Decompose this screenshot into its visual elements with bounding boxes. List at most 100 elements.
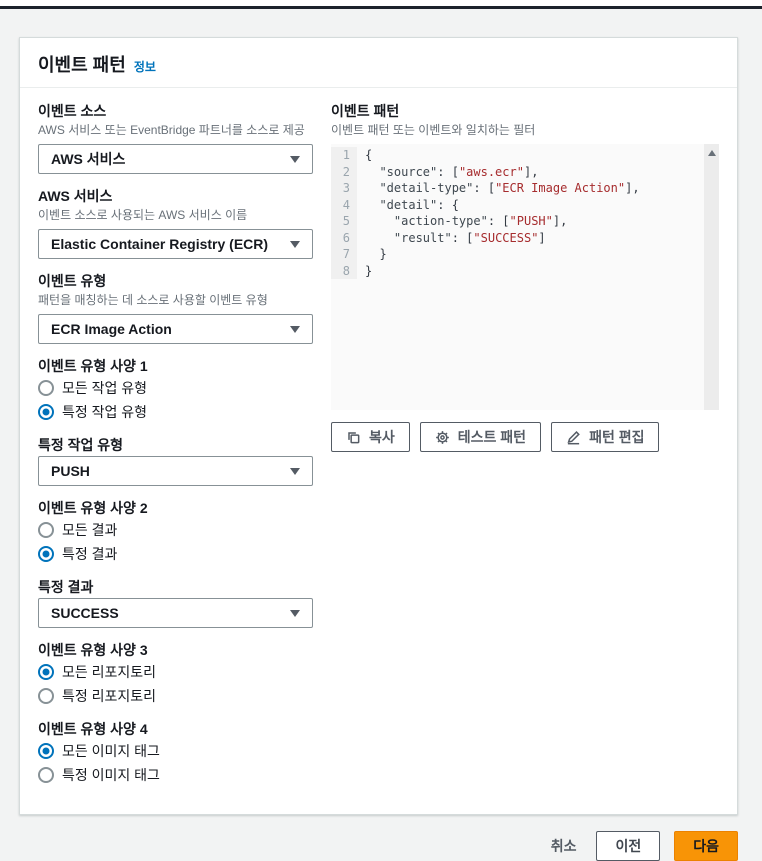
- form-column: 이벤트 소스 AWS 서비스 또는 EventBridge 파트너를 소스로 제…: [38, 102, 313, 788]
- specific-result-value: SUCCESS: [51, 605, 119, 621]
- radio-unchecked-icon: [38, 767, 54, 783]
- code-line: 6 "result": ["SUCCESS"]: [331, 229, 719, 246]
- gear-icon: [435, 430, 449, 444]
- event-source-label: 이벤트 소스: [38, 103, 107, 119]
- cancel-button[interactable]: 취소: [545, 836, 583, 856]
- radio-unchecked-icon: [38, 688, 54, 704]
- code-line: 7 }: [331, 246, 719, 263]
- code-text: "source": ["aws.ecr"],: [379, 164, 539, 179]
- code-text: }: [365, 247, 387, 261]
- event-type-description: 패턴을 매칭하는 데 소스로 사용할 이벤트 유형: [38, 293, 268, 307]
- radio-label: 모든 리포지토리: [62, 664, 157, 680]
- code-line: 2 "source": ["aws.ecr"],: [331, 163, 719, 180]
- copy-icon: [348, 431, 360, 443]
- radio-label: 모든 작업 유형: [62, 380, 148, 396]
- editor-scrollbar[interactable]: [704, 144, 719, 410]
- spec4-option-all[interactable]: 모든 이미지 태그: [38, 740, 313, 762]
- chevron-down-icon: [290, 325, 300, 333]
- edit-pattern-button-label: 패턴 편집: [589, 429, 645, 445]
- spec2-option-specific[interactable]: 특정 결과: [38, 543, 313, 565]
- line-number: 5: [331, 213, 357, 230]
- code-lines: 1{2 "source": ["aws.ecr"], 3 "detail-type…: [331, 147, 719, 279]
- radio-label: 특정 이미지 태그: [62, 767, 160, 783]
- code-line: 4 "detail": {: [331, 196, 719, 213]
- radio-unchecked-icon: [38, 522, 54, 538]
- spec2-label: 이벤트 유형 사양 2: [38, 500, 148, 516]
- panel-header: 이벤트 패턴 정보: [20, 38, 737, 88]
- chevron-down-icon: [290, 155, 300, 163]
- top-divider: [0, 0, 762, 9]
- chevron-down-icon: [290, 240, 300, 248]
- event-source-description: AWS 서비스 또는 EventBridge 파트너를 소스로 제공: [38, 123, 305, 137]
- specific-action-value: PUSH: [51, 463, 90, 479]
- spec3-option-specific[interactable]: 특정 리포지토리: [38, 685, 313, 707]
- event-source-select[interactable]: AWS 서비스: [38, 144, 313, 174]
- event-pattern-panel: 이벤트 패턴 정보 이벤트 소스 AWS 서비스 또는 EventBridge …: [19, 37, 738, 815]
- line-number: 1: [331, 147, 357, 164]
- specific-result-label: 특정 결과: [38, 579, 94, 595]
- info-link[interactable]: 정보: [134, 58, 156, 75]
- event-source-value: AWS 서비스: [51, 151, 126, 167]
- pencil-icon: [567, 430, 580, 444]
- code-line: 3 "detail-type": ["ECR Image Action"],: [331, 180, 719, 197]
- spec4-label: 이벤트 유형 사양 4: [38, 721, 148, 737]
- copy-button-label: 복사: [369, 429, 395, 445]
- event-type-spec2-group: 이벤트 유형 사양 2 모든 결과 특정 결과: [38, 499, 313, 565]
- specific-result-field: 특정 결과 SUCCESS: [38, 578, 313, 628]
- chevron-down-icon: [290, 609, 300, 617]
- json-editor[interactable]: 1{2 "source": ["aws.ecr"], 3 "detail-type…: [331, 144, 719, 410]
- code-text: }: [365, 263, 373, 278]
- spec4-option-specific[interactable]: 특정 이미지 태그: [38, 764, 313, 786]
- radio-checked-icon: [38, 546, 54, 562]
- line-number: 7: [331, 246, 357, 263]
- event-type-select[interactable]: ECR Image Action: [38, 314, 313, 344]
- code-text: "result": ["SUCCESS"]: [393, 230, 546, 245]
- previous-button[interactable]: 이전: [596, 831, 661, 861]
- pattern-actions: 복사 테스트 패턴 패턴 편집: [331, 422, 719, 452]
- line-number: 6: [331, 229, 357, 246]
- chevron-down-icon: [290, 467, 300, 475]
- aws-service-select[interactable]: Elastic Container Registry (ECR): [38, 229, 313, 259]
- test-pattern-button[interactable]: 테스트 패턴: [419, 422, 542, 452]
- event-type-label: 이벤트 유형: [38, 273, 107, 289]
- spec2-option-all[interactable]: 모든 결과: [38, 519, 313, 541]
- line-number: 2: [331, 163, 357, 180]
- copy-button[interactable]: 복사: [331, 422, 410, 452]
- event-type-value: ECR Image Action: [51, 321, 172, 337]
- wizard-footer: 취소 이전 다음: [0, 831, 738, 861]
- radio-label: 모든 결과: [62, 522, 118, 538]
- aws-service-description: 이벤트 소스로 사용되는 AWS 서비스 이름: [38, 208, 248, 222]
- event-type-spec4-group: 이벤트 유형 사양 4 모든 이미지 태그 특정 이미지 태그: [38, 720, 313, 786]
- specific-action-select[interactable]: PUSH: [38, 456, 313, 486]
- test-pattern-button-label: 테스트 패턴: [457, 429, 527, 445]
- event-type-spec1-group: 이벤트 유형 사양 1 모든 작업 유형 특정 작업 유형: [38, 357, 313, 423]
- spec1-option-all[interactable]: 모든 작업 유형: [38, 377, 313, 399]
- code-text: {: [365, 148, 373, 162]
- spec1-label: 이벤트 유형 사양 1: [38, 358, 148, 374]
- specific-action-label: 특정 작업 유형: [38, 437, 124, 453]
- code-line: 5 "action-type": ["PUSH"],: [331, 213, 719, 230]
- spec3-option-all[interactable]: 모든 리포지토리: [38, 661, 313, 683]
- event-type-spec3-group: 이벤트 유형 사양 3 모든 리포지토리 특정 리포지토리: [38, 641, 313, 707]
- specific-action-field: 특정 작업 유형 PUSH: [38, 436, 313, 486]
- radio-label: 모든 이미지 태그: [62, 743, 160, 759]
- code-text: "action-type": ["PUSH"],: [393, 214, 568, 228]
- aws-service-value: Elastic Container Registry (ECR): [51, 236, 269, 252]
- edit-pattern-button[interactable]: 패턴 편집: [551, 422, 660, 452]
- specific-result-select[interactable]: SUCCESS: [38, 598, 313, 628]
- line-number: 4: [331, 196, 357, 213]
- aws-service-label: AWS 서비스: [38, 188, 113, 204]
- code-line: 1{: [331, 147, 719, 164]
- code-line: 8}: [331, 262, 719, 279]
- pattern-column: 이벤트 패턴 이벤트 패턴 또는 이벤트와 일치하는 필터 1{2 "sourc…: [331, 102, 719, 788]
- next-button[interactable]: 다음: [674, 831, 738, 861]
- panel-title: 이벤트 패턴: [38, 55, 126, 75]
- scroll-up-arrow-icon: [707, 150, 716, 156]
- line-number: 3: [331, 180, 357, 197]
- spec1-option-specific[interactable]: 특정 작업 유형: [38, 401, 313, 423]
- code-text: "detail": {: [379, 197, 459, 212]
- radio-unchecked-icon: [38, 380, 54, 396]
- pattern-label: 이벤트 패턴: [331, 103, 400, 119]
- radio-label: 특정 리포지토리: [62, 688, 157, 704]
- radio-label: 특정 작업 유형: [62, 404, 148, 420]
